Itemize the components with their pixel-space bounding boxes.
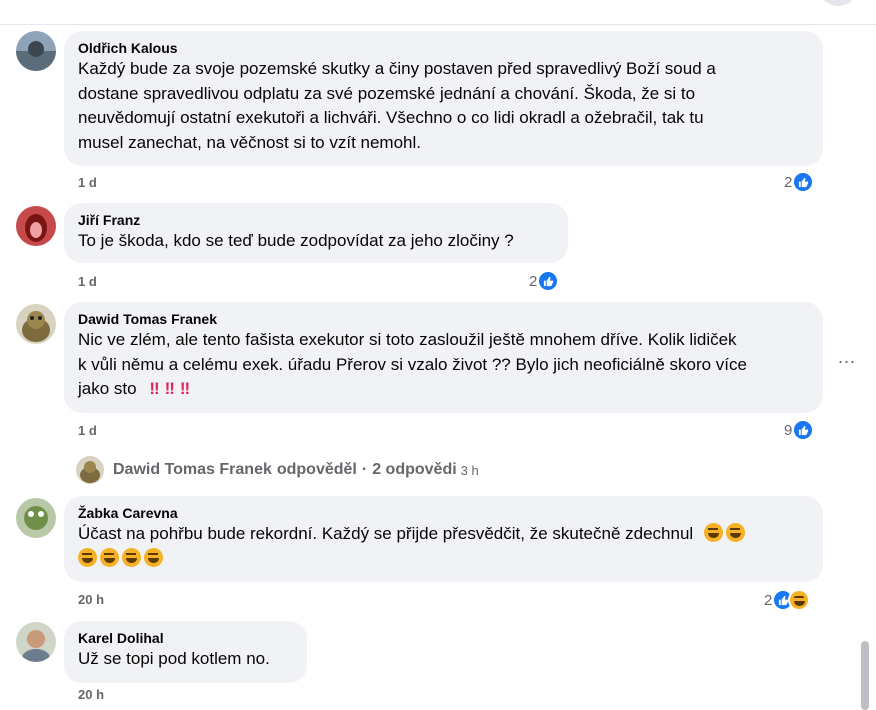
- comment-bubble: Oldřich Kalous Každý bude za svoje pozem…: [64, 31, 823, 166]
- reply-author: Dawid Tomas Franek: [113, 461, 272, 478]
- double-exclamation-icon: ‼: [149, 379, 159, 398]
- comment-line-text: Účast na pohřbu bude rekordní. Každý se …: [78, 524, 694, 543]
- comment-text: To je škoda, kdo se teď bude zodpovídat …: [78, 229, 556, 254]
- comment-timestamp[interactable]: 1 d: [78, 175, 97, 190]
- comment-text: Už se topi pod kotlem no.: [78, 647, 295, 672]
- comment-bubble: Žabka Carevna Účast na pohřbu bude rekor…: [64, 496, 823, 582]
- scrollbar[interactable]: [861, 641, 869, 710]
- reply-time: 3 h: [460, 462, 479, 478]
- comment-line: musel zanechat, na věčnost si to vzít ne…: [78, 132, 422, 152]
- reaction-count: 9: [784, 421, 793, 439]
- reply-count: 2 odpovědi: [372, 461, 457, 478]
- reaction-count: 2: [784, 173, 793, 191]
- top-bar: [0, 0, 876, 25]
- comment-line: dostane spravedlivou odplatu za své poze…: [78, 83, 696, 103]
- reaction-summary[interactable]: 2: [784, 171, 815, 193]
- comment-line: Už se topi pod kotlem no.: [78, 649, 270, 668]
- comment-timestamp[interactable]: 20 h: [78, 687, 104, 702]
- avatar[interactable]: [16, 304, 56, 344]
- haha-icon: [788, 589, 811, 611]
- reaction-summary[interactable]: 2: [764, 589, 811, 611]
- comment-line: neuvědomují ostatní exekutoři a lichváři…: [78, 108, 704, 127]
- comment-line: Každý bude za svoje pozemské skutky a či…: [78, 59, 716, 78]
- like-icon: [792, 171, 815, 193]
- emoji-line: [78, 547, 811, 572]
- comment-timestamp[interactable]: 1 d: [78, 423, 97, 438]
- comment-line-text: jako sto: [78, 379, 137, 398]
- comment-text: Každý bude za svoje pozemské skutky a či…: [78, 57, 811, 155]
- comment-author[interactable]: Karel Dolihal: [78, 629, 295, 647]
- tears-of-joy-icon: [78, 547, 97, 567]
- reaction-summary[interactable]: 2: [529, 270, 560, 292]
- double-exclamation-icon: ‼: [164, 379, 175, 398]
- reaction-summary[interactable]: 9: [784, 419, 815, 441]
- view-replies-link[interactable]: Dawid Tomas Franek odpověděl · 2 odpověd…: [76, 456, 479, 484]
- tears-of-joy-icon: [703, 523, 723, 542]
- comment-timestamp[interactable]: 20 h: [78, 592, 104, 607]
- comment-line: Účast na pohřbu bude rekordní. Každý se …: [78, 522, 811, 547]
- reply-action: odpověděl: [276, 461, 357, 478]
- comment-author[interactable]: Oldřich Kalous: [78, 39, 811, 57]
- like-icon: [537, 270, 560, 292]
- comment-author[interactable]: Jiří Franz: [78, 211, 556, 229]
- avatar[interactable]: [16, 31, 56, 71]
- comment-bubble: Jiří Franz To je škoda, kdo se teď bude …: [64, 203, 568, 263]
- comment-bubble: Dawid Tomas Franek Nic ve zlém, ale tent…: [64, 302, 823, 413]
- avatar[interactable]: [16, 622, 56, 662]
- comment-text: Účast na pohřbu bude rekordní. Každý se …: [78, 522, 811, 571]
- tears-of-joy-icon: [725, 523, 745, 542]
- comment-author[interactable]: Žabka Carevna: [78, 504, 811, 522]
- avatar[interactable]: [16, 498, 56, 538]
- comment-line: jako sto ‼ ‼ ‼: [78, 377, 811, 402]
- comment-line: Nic ve zlém, ale tento fašista exekutor …: [78, 330, 737, 349]
- comment-line: k vůli němu a celému exek. úřadu Přerov …: [78, 354, 747, 374]
- comment-bubble: Karel Dolihal Už se topi pod kotlem no.: [64, 621, 307, 683]
- tears-of-joy-icon: [122, 547, 141, 567]
- avatar[interactable]: [16, 206, 56, 246]
- like-icon: [792, 419, 815, 441]
- reaction-count: 2: [529, 272, 538, 290]
- avatar: [76, 456, 104, 484]
- tears-of-joy-icon: [144, 547, 163, 567]
- comment-line: To je škoda, kdo se teď bude zodpovídat …: [78, 231, 514, 250]
- comment-timestamp[interactable]: 1 d: [78, 274, 97, 289]
- double-exclamation-icon: ‼: [179, 379, 190, 398]
- more-options-icon[interactable]: ...: [838, 347, 856, 368]
- comment-text: Nic ve zlém, ale tento fašista exekutor …: [78, 328, 811, 402]
- comment-author[interactable]: Dawid Tomas Franek: [78, 310, 811, 328]
- reaction-count: 2: [764, 591, 773, 609]
- reply-separator: ·: [361, 461, 368, 478]
- tears-of-joy-icon: [100, 547, 119, 567]
